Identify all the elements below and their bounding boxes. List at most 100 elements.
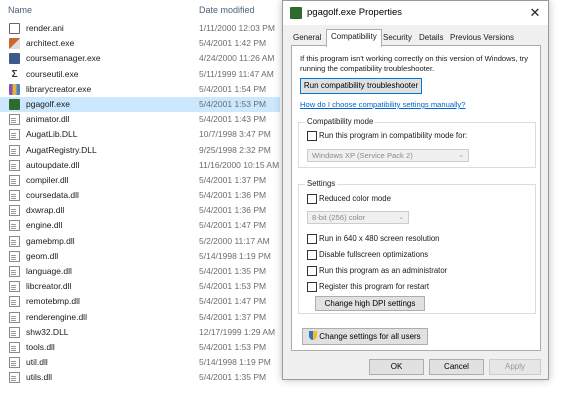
dll-file-icon [9, 250, 20, 262]
tab-security[interactable]: Security [379, 31, 416, 45]
file-row[interactable]: autoupdate.dll 11/16/2000 10:15 AM [0, 158, 300, 173]
file-date-modified: 5/2/2000 11:17 AM [199, 235, 270, 246]
dll-file-icon [9, 372, 20, 384]
run-admin-checkbox[interactable] [307, 266, 317, 276]
color-depth-select[interactable]: 8-bit (256) color ⌄ [307, 211, 409, 224]
dll-file-icon [9, 129, 20, 141]
file-name: shw32.DLL [26, 326, 69, 337]
file-row[interactable]: remotebmp.dll 5/4/2001 1:47 PM [0, 294, 300, 309]
file-row[interactable]: architect.exe 5/4/2001 1:42 PM [0, 36, 300, 51]
file-row[interactable]: AugatLib.DLL 10/7/1998 3:47 PM [0, 127, 300, 142]
dll-file-icon [9, 235, 20, 247]
file-row[interactable]: pgagolf.exe 5/4/2001 1:53 PM [0, 96, 280, 113]
file-name: renderengine.dll [26, 311, 87, 322]
dll-file-icon [9, 174, 20, 186]
file-row[interactable]: libcreator.dll 5/4/2001 1:53 PM [0, 279, 300, 294]
file-name: gamebmp.dll [26, 235, 75, 246]
dll-file-icon [9, 190, 20, 202]
file-row[interactable]: renderengine.dll 5/4/2001 1:37 PM [0, 310, 300, 325]
tab-general[interactable]: General [289, 31, 325, 45]
compatibility-mode-label: Compatibility mode [305, 117, 376, 126]
file-date-modified: 12/17/1999 1:29 AM [199, 326, 276, 337]
register-restart-checkbox[interactable] [307, 282, 317, 292]
file-row[interactable]: engine.dll 5/4/2001 1:47 PM [0, 218, 300, 233]
pgagolf-app-icon [9, 98, 20, 110]
file-name: librarycreator.exe [26, 83, 92, 94]
column-header-name[interactable]: Name [8, 5, 32, 15]
file-name: remotebmp.dll [26, 296, 80, 307]
file-name: animator.dll [26, 114, 70, 125]
file-name: coursemanager.exe [26, 53, 101, 64]
settings-group: Settings Reduced color mode 8-bit (256) … [298, 179, 536, 314]
compat-mode-checkbox[interactable] [307, 131, 317, 141]
apply-button[interactable]: Apply [489, 359, 541, 375]
res-640-label: Run in 640 x 480 screen resolution [319, 234, 440, 243]
register-restart-label: Register this program for restart [319, 282, 430, 291]
tab-compatibility[interactable]: Compatibility [326, 29, 382, 47]
file-row[interactable]: coursedata.dll 5/4/2001 1:36 PM [0, 188, 300, 203]
file-name: architect.exe [26, 38, 75, 49]
courseutil-app-icon: Σ [9, 68, 20, 80]
file-date-modified: 5/4/2001 1:53 PM [199, 281, 267, 292]
file-date-modified: 5/11/1999 11:47 AM [199, 68, 274, 79]
file-date-modified: 5/4/2001 1:36 PM [199, 190, 267, 201]
pgagolf-app-icon [290, 7, 302, 19]
file-name: AugatRegistry.DLL [26, 144, 97, 155]
file-row[interactable]: animator.dll 5/4/2001 1:43 PM [0, 112, 300, 127]
ok-button[interactable]: OK [369, 359, 424, 375]
compat-mode-checkbox-label: Run this program in compatibility mode f… [319, 131, 468, 140]
file-date-modified: 5/4/2001 1:53 PM [199, 341, 267, 352]
properties-dialog: pgagolf.exe Properties ✕ General Compati… [282, 0, 549, 380]
file-name: geom.dll [26, 250, 59, 261]
disable-fullscreen-checkbox[interactable] [307, 250, 317, 260]
file-date-modified: 5/14/1998 1:19 PM [199, 250, 271, 261]
reduced-color-label: Reduced color mode [319, 194, 391, 203]
close-button[interactable]: ✕ [522, 1, 548, 25]
file-row[interactable]: coursemanager.exe 4/24/2000 11:26 AM [0, 51, 300, 66]
file-row[interactable]: gamebmp.dll 5/2/2000 11:17 AM [0, 234, 300, 249]
file-row[interactable]: language.dll 5/4/2001 1:35 PM [0, 264, 300, 279]
column-header-date-modified[interactable]: Date modified [199, 5, 255, 15]
reduced-color-checkbox[interactable] [307, 194, 317, 204]
file-name: engine.dll [26, 220, 63, 231]
dll-file-icon [9, 205, 20, 217]
res-640-checkbox[interactable] [307, 234, 317, 244]
cancel-button[interactable]: Cancel [429, 359, 484, 375]
change-high-dpi-button[interactable]: Change high DPI settings [315, 296, 425, 311]
compat-mode-select[interactable]: Windows XP (Service Pack 2) ⌄ [307, 149, 469, 162]
file-date-modified: 5/4/2001 1:53 PM [199, 98, 267, 109]
file-row[interactable]: dxwrap.dll 5/4/2001 1:36 PM [0, 203, 300, 218]
file-row[interactable]: tools.dll 5/4/2001 1:53 PM [0, 340, 300, 355]
dll-file-icon [9, 114, 20, 126]
tab-previous-versions[interactable]: Previous Versions [446, 31, 518, 45]
title-bar[interactable]: pgagolf.exe Properties ✕ [283, 1, 548, 25]
file-row[interactable]: Σcourseutil.exe 5/11/1999 11:47 AM [0, 67, 300, 82]
tab-details[interactable]: Details [415, 31, 447, 45]
run-troubleshooter-button[interactable]: Run compatibility troubleshooter [300, 78, 422, 94]
file-row[interactable]: utils.dll 5/4/2001 1:35 PM [0, 370, 300, 385]
file-date-modified: 9/25/1998 2:32 PM [199, 144, 271, 155]
shield-icon [309, 331, 318, 340]
file-row[interactable]: shw32.DLL 12/17/1999 1:29 AM [0, 325, 300, 340]
file-row[interactable]: geom.dll 5/14/1998 1:19 PM [0, 249, 300, 264]
settings-label: Settings [305, 179, 338, 188]
file-row[interactable]: compiler.dll 5/4/2001 1:37 PM [0, 173, 300, 188]
dll-file-icon [9, 266, 20, 277]
compatibility-mode-group: Compatibility mode Run this program in c… [298, 117, 536, 168]
file-name: coursedata.dll [26, 190, 79, 201]
file-date-modified: 4/24/2000 11:26 AM [199, 53, 275, 64]
file-row[interactable]: librarycreator.exe 5/4/2001 1:54 PM [0, 82, 300, 97]
file-row[interactable]: render.ani 1/11/2000 12:03 PM [0, 21, 300, 36]
change-settings-all-users-button[interactable]: Change settings for all users [302, 328, 428, 345]
dll-file-icon [9, 357, 20, 369]
coursemanager-app-icon [9, 53, 20, 65]
intro-text: If this program isn't working correctly … [300, 54, 529, 73]
file-date-modified: 5/4/2001 1:43 PM [199, 114, 267, 125]
file-row[interactable]: AugatRegistry.DLL 9/25/1998 2:32 PM [0, 143, 300, 158]
file-row[interactable]: util.dll 5/14/1998 1:19 PM [0, 355, 300, 370]
color-depth-select-value: 8-bit (256) color [312, 213, 366, 222]
compatibility-panel: If this program isn't working correctly … [291, 45, 541, 351]
dll-file-icon [9, 326, 20, 338]
file-name: dxwrap.dll [26, 205, 65, 216]
help-link[interactable]: How do I choose compatibility settings m… [300, 100, 465, 109]
